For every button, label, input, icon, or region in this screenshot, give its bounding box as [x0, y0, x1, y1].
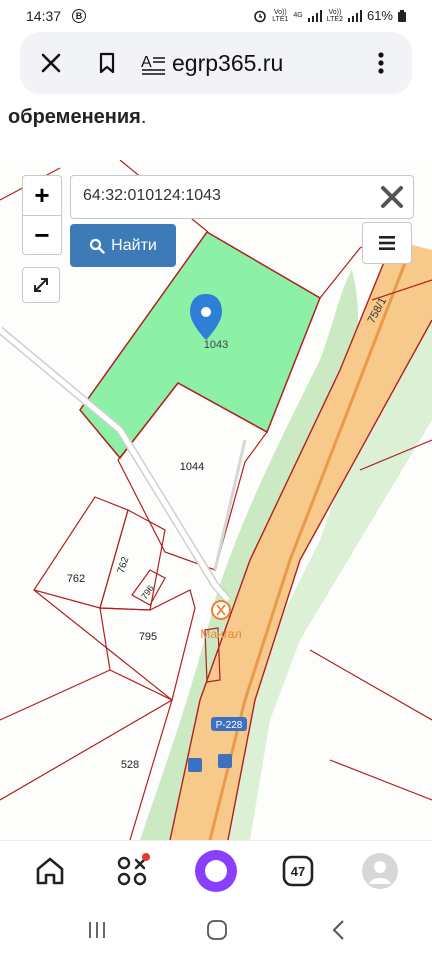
zoom-control: + −	[22, 175, 62, 255]
services-icon[interactable]	[110, 849, 154, 893]
layers-menu-button[interactable]	[362, 222, 412, 264]
sim1-label: Vo)) LTE1	[272, 8, 289, 23]
tabs-icon[interactable]: 47	[276, 849, 320, 893]
alarm-icon	[254, 10, 266, 22]
home-icon[interactable]	[28, 849, 72, 893]
url-text[interactable]: egrp365.ru	[172, 50, 283, 77]
svg-text:A: A	[141, 54, 152, 71]
home-button-icon[interactable]	[205, 918, 229, 942]
battery-icon	[398, 9, 406, 22]
close-icon[interactable]	[36, 48, 66, 78]
recent-apps-icon[interactable]	[86, 919, 108, 941]
bus-stop-icon-2	[218, 754, 232, 768]
page-text: обременения.	[8, 106, 146, 129]
expand-icon	[34, 278, 48, 292]
zoom-out-button[interactable]: −	[23, 216, 61, 255]
bus-stop-icon	[188, 758, 202, 772]
heading-fragment: обременения	[8, 106, 141, 128]
sim2-label: Vo)) LTE2	[326, 8, 343, 23]
parcel-label-795: 795	[139, 631, 157, 643]
more-vert-icon[interactable]	[366, 48, 396, 78]
browser-toolbar: A egrp365.ru	[20, 32, 412, 94]
b-badge-icon: B	[72, 9, 86, 23]
status-right: Vo)) LTE1 4G Vo)) LTE2 61%	[253, 8, 406, 23]
fullscreen-button[interactable]	[22, 267, 60, 303]
road-sign-label: Р-228	[216, 720, 243, 731]
alice-icon[interactable]	[194, 849, 238, 893]
menu-icon	[379, 236, 395, 250]
poi-label: Мангал	[200, 627, 241, 641]
system-navigation	[0, 900, 432, 960]
zoom-in-button[interactable]: +	[23, 176, 61, 215]
status-bar: 14:37 B Vo)) LTE1 4G Vo)) LTE2 61%	[0, 0, 432, 32]
bookmark-icon[interactable]	[92, 48, 122, 78]
reader-mode-icon[interactable]: A	[138, 48, 168, 78]
parcel-label-528: 528	[121, 759, 139, 771]
parcel-label-1044: 1044	[180, 461, 204, 473]
profile-icon[interactable]	[358, 849, 402, 893]
battery-percent: 61%	[366, 8, 393, 23]
network-label: 4G	[293, 12, 303, 19]
signal-icon-2	[347, 9, 362, 22]
heading-punct: .	[140, 106, 147, 128]
tabs-count: 47	[291, 864, 305, 879]
search-icon	[90, 238, 105, 254]
back-icon[interactable]	[328, 918, 350, 942]
cadastral-search	[70, 175, 414, 219]
find-button-label: Найти	[111, 236, 157, 254]
bottom-navigation: 47	[0, 840, 432, 901]
signal-icon	[307, 9, 322, 22]
parcel-label-selected: 1043	[204, 339, 228, 351]
status-time: 14:37	[26, 8, 62, 24]
find-button[interactable]: Найти	[70, 224, 176, 267]
parcel-label-762a: 762	[67, 573, 85, 585]
cadastral-search-input[interactable]	[81, 186, 375, 206]
clear-icon[interactable]	[379, 184, 405, 210]
